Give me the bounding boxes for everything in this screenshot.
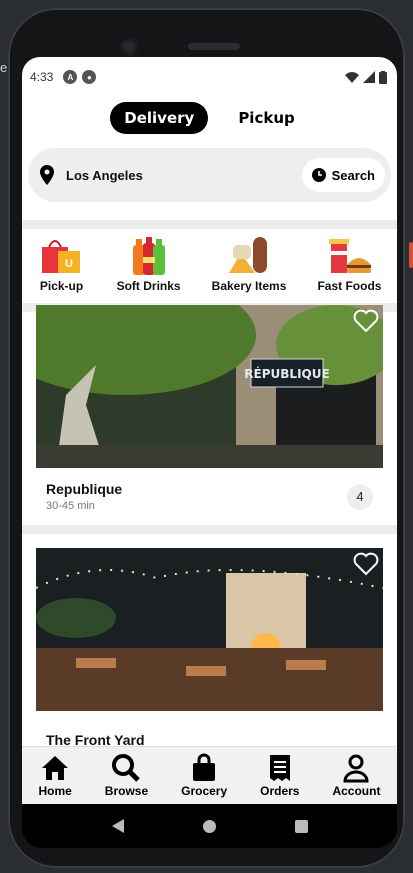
location-pin-icon bbox=[40, 165, 54, 185]
notification-b-icon: ● bbox=[82, 70, 97, 84]
system-nav-bar bbox=[22, 804, 397, 848]
nav-home[interactable]: Home bbox=[38, 753, 72, 798]
republique-photo: RÉPUBLIQUE bbox=[36, 305, 383, 468]
battery-icon bbox=[379, 70, 387, 84]
card-separator bbox=[22, 525, 397, 534]
nav-label: Orders bbox=[260, 784, 300, 798]
back-icon[interactable] bbox=[111, 819, 124, 833]
signal-icon bbox=[363, 71, 375, 83]
clock-icon bbox=[311, 168, 326, 182]
app-screen: 4:33 A ● Delivery Pickup Los Angeles Sea… bbox=[22, 57, 397, 804]
delivery-time: 30-45 min bbox=[46, 500, 95, 512]
nav-orders[interactable]: Orders bbox=[260, 753, 299, 798]
restaurant-info: Republique 30-45 min 4 bbox=[36, 468, 383, 525]
category-row: U Pick-up Soft Drinks Bakery Items Fast … bbox=[22, 229, 397, 303]
bottom-nav: Home Browse Grocery Orders Account bbox=[22, 746, 397, 804]
nav-label: Home bbox=[38, 784, 72, 798]
nav-label: Grocery bbox=[181, 784, 228, 798]
nav-grocery[interactable]: Grocery bbox=[181, 753, 227, 798]
bread-icon bbox=[229, 237, 268, 273]
search-button-label: Search bbox=[331, 167, 375, 183]
category-label: Soft Drinks bbox=[116, 279, 181, 293]
restaurant-photo[interactable] bbox=[36, 548, 383, 711]
location-search-bar[interactable]: Los Angeles Search bbox=[28, 148, 391, 202]
home-icon bbox=[42, 756, 69, 780]
notification-a-icon: A bbox=[63, 70, 78, 84]
tab-delivery[interactable]: Delivery bbox=[110, 102, 209, 134]
home-circle-icon[interactable] bbox=[202, 819, 216, 833]
heart-icon[interactable] bbox=[353, 309, 379, 333]
section-divider bbox=[22, 220, 397, 229]
nav-label: Browse bbox=[104, 784, 149, 798]
restaurant-feed[interactable]: RÉPUBLIQUE Republique 30-45 min 4 The Fr… bbox=[22, 305, 397, 745]
nav-browse[interactable]: Browse bbox=[105, 753, 148, 798]
restaurant-card[interactable]: RÉPUBLIQUE Republique 30-45 min 4 bbox=[22, 305, 397, 534]
search-icon bbox=[112, 754, 141, 782]
status-bar: 4:33 A ● bbox=[22, 57, 397, 97]
shopping-bag-icon bbox=[193, 753, 216, 781]
speaker bbox=[188, 43, 240, 50]
category-label: Fast Foods bbox=[317, 279, 382, 293]
svg-text:U: U bbox=[65, 258, 73, 270]
soda-bottles-icon bbox=[132, 237, 165, 275]
restaurant-name: Republique bbox=[46, 481, 123, 497]
recents-icon[interactable] bbox=[294, 819, 308, 833]
rating-badge: 4 bbox=[347, 483, 373, 510]
heart-icon[interactable] bbox=[353, 552, 379, 576]
front-yard-photo bbox=[36, 548, 383, 711]
location-text: Los Angeles bbox=[66, 167, 143, 183]
receipt-icon bbox=[269, 755, 290, 781]
restaurant-card[interactable]: The Front Yard bbox=[36, 548, 383, 745]
tab-pickup[interactable]: Pickup bbox=[224, 102, 308, 134]
category-bakery-items[interactable]: Bakery Items bbox=[211, 235, 287, 293]
edge-glyph: e bbox=[0, 60, 8, 75]
category-pickup[interactable]: U Pick-up bbox=[38, 235, 86, 293]
category-fast-foods[interactable]: Fast Foods bbox=[317, 235, 381, 293]
nav-label: Account bbox=[332, 784, 381, 798]
status-time: 4:33 bbox=[30, 70, 54, 84]
nav-account[interactable]: Account bbox=[332, 753, 380, 798]
category-label: Bakery Items bbox=[211, 279, 287, 293]
search-button[interactable]: Search bbox=[301, 158, 385, 192]
restaurant-photo[interactable]: RÉPUBLIQUE bbox=[36, 305, 383, 468]
restaurant-name: The Front Yard bbox=[46, 731, 145, 746]
camera bbox=[120, 38, 138, 56]
restaurant-info: The Front Yard bbox=[36, 711, 383, 746]
category-label: Pick-up bbox=[39, 279, 84, 293]
user-icon bbox=[343, 754, 369, 783]
edge-accent bbox=[409, 242, 413, 268]
wifi-icon bbox=[345, 72, 359, 83]
shopping-bag-icon: U bbox=[41, 240, 80, 273]
mode-tabs: Delivery Pickup bbox=[22, 102, 397, 134]
restaurant-sign: RÉPUBLIQUE bbox=[244, 366, 329, 381]
category-soft-drinks[interactable]: Soft Drinks bbox=[117, 235, 181, 293]
burger-icon bbox=[329, 239, 372, 273]
